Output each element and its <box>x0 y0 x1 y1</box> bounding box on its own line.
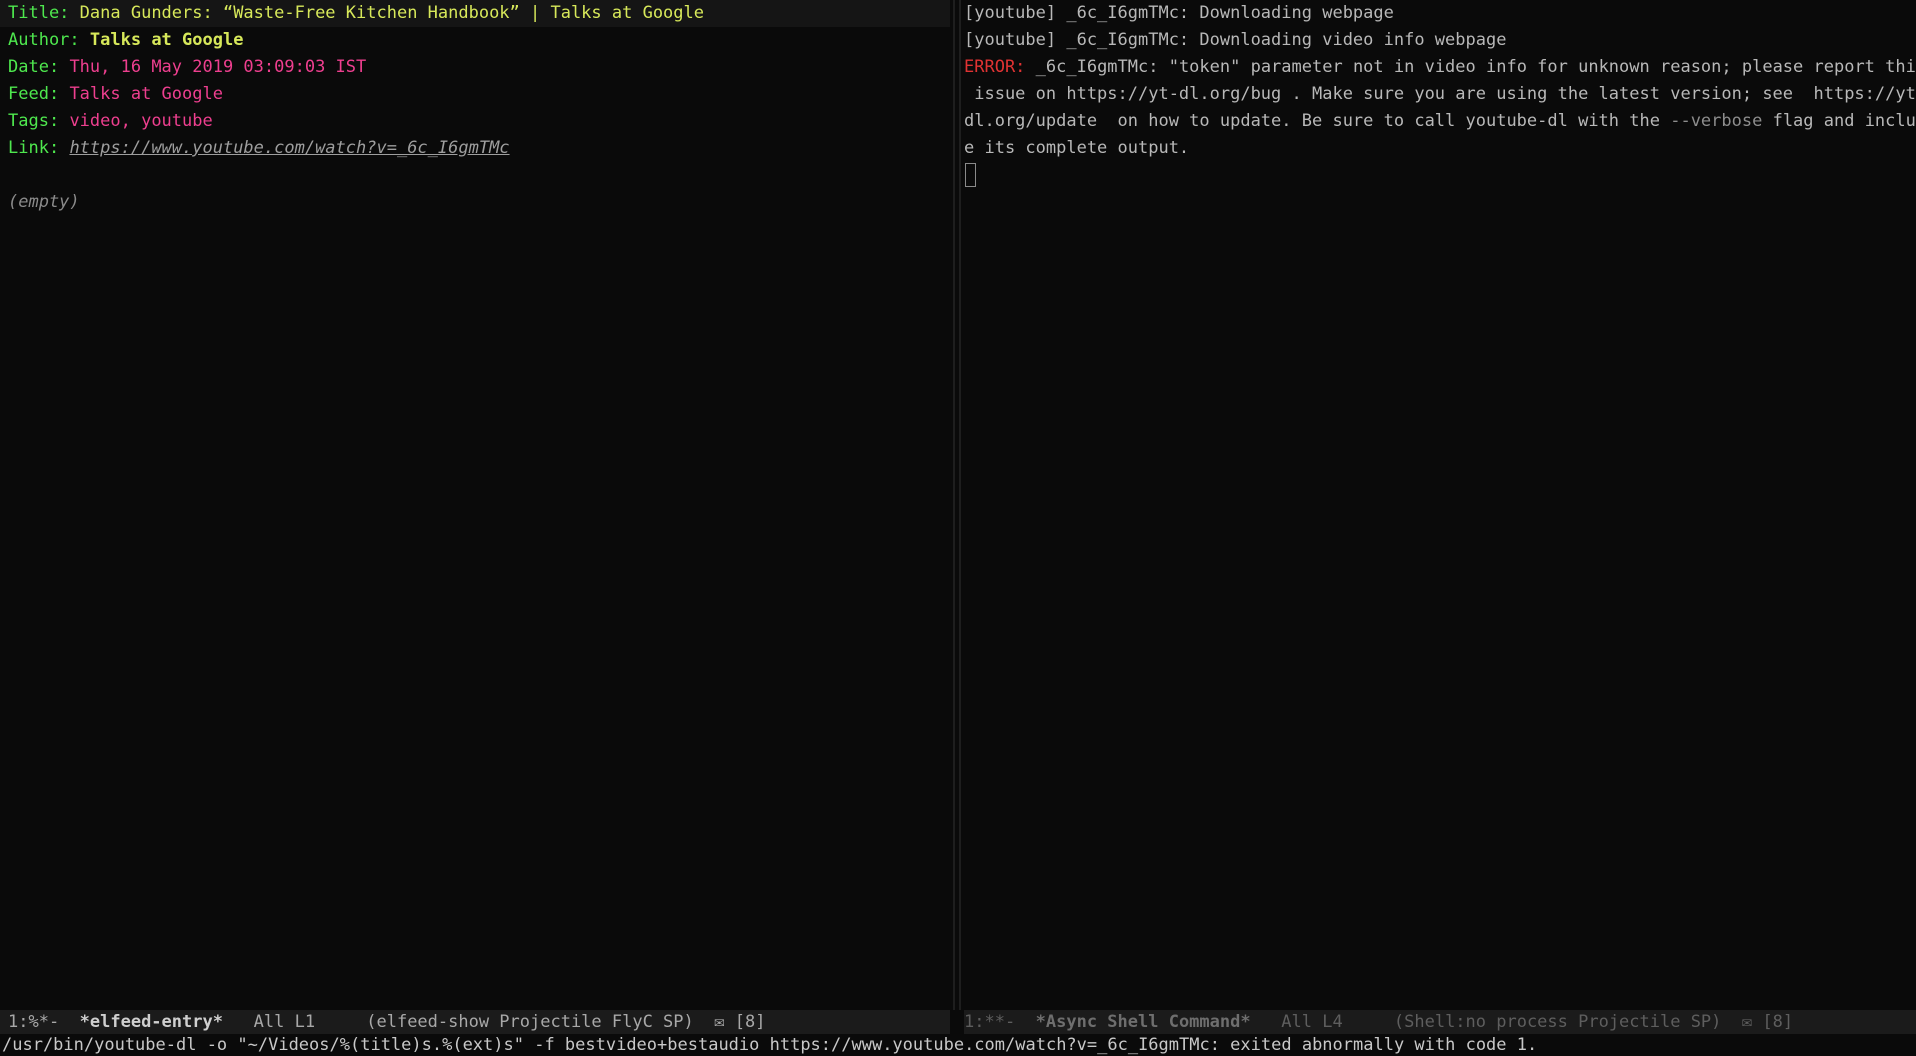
modeline-right[interactable]: 1:**- *Async Shell Command* All L4 (Shel… <box>964 1010 1916 1034</box>
emacs-frame: Title: Dana Gunders: “Waste-Free Kitchen… <box>0 0 1916 1056</box>
author-key: Author: <box>8 30 80 50</box>
error-text-1: _6c_I6gmTMc: "token" parameter not in vi… <box>1025 57 1916 77</box>
tags-line: Tags: video, youtube <box>0 108 950 135</box>
link-line: Link: https://www.youtube.com/watch?v=_6… <box>0 135 950 162</box>
feed-line: Feed: Talks at Google <box>0 81 950 108</box>
entry-title: Dana Gunders: “Waste-Free Kitchen Handbo… <box>79 3 704 23</box>
divider-line-left <box>953 0 955 1010</box>
modeline-modes[interactable]: (elfeed-show Projectile FlyC SP) <box>366 1012 694 1032</box>
error-line-1: ERROR: _6c_I6gmTMc: "token" parameter no… <box>964 54 1916 81</box>
async-shell-pane[interactable]: [youtube] _6c_I6gmTMc: Downloading webpa… <box>964 0 1916 1010</box>
error-line-4: e its complete output. <box>964 138 1190 158</box>
modeline-buffer-name[interactable]: *Async Shell Command* <box>1036 1012 1251 1032</box>
modeline-state: 1:%*- <box>8 1012 80 1032</box>
verbose-flag: --verbose <box>1670 111 1763 131</box>
entry-author: Talks at Google <box>89 30 244 50</box>
echo-area: /usr/bin/youtube-dl -o "~/Videos/%(title… <box>2 1035 1538 1055</box>
modeline-modes[interactable]: (Shell:no process Projectile SP) <box>1394 1012 1722 1032</box>
cursor-line <box>964 162 1916 189</box>
mail-icon: ✉ <box>714 1012 725 1032</box>
entry-body: (empty) <box>8 192 80 212</box>
date-line: Date: Thu, 16 May 2019 03:09:03 IST <box>0 54 950 81</box>
error-label: ERROR: <box>964 57 1026 77</box>
error-line-2: issue on https://yt-dl.org/bug . Make su… <box>964 84 1916 104</box>
title-key: Title: <box>8 3 70 23</box>
modeline-position: All L4 <box>1250 1012 1394 1032</box>
entry-feed[interactable]: Talks at Google <box>69 84 223 104</box>
author-line: Author: Talks at Google <box>0 27 950 54</box>
entry-link[interactable]: https://www.youtube.com/watch?v=_6c_I6gm… <box>69 138 509 158</box>
mail-count: [8] <box>724 1012 766 1032</box>
mail-icon: ✉ <box>1741 1012 1753 1032</box>
modeline-position: All L1 <box>222 1012 367 1032</box>
error-line-3: dl.org/update on how to update. Be sure … <box>964 108 1916 135</box>
title-line: Title: Dana Gunders: “Waste-Free Kitchen… <box>0 0 950 27</box>
date-key: Date: <box>8 57 60 77</box>
divider-line-right <box>959 0 961 1010</box>
entry-tags: video, youtube <box>69 111 213 131</box>
error-text-3b: flag and includ <box>1762 111 1916 131</box>
modeline-state: 1:**- <box>964 1012 1036 1032</box>
tags-key: Tags: <box>8 111 60 131</box>
modeline-left[interactable]: 1:%*- *elfeed-entry* All L1 (elfeed-show… <box>0 1010 950 1034</box>
output-line-2: [youtube] _6c_I6gmTMc: Downloading video… <box>964 30 1507 50</box>
text-cursor <box>965 163 976 187</box>
feed-key: Feed: <box>8 84 60 104</box>
window-divider[interactable] <box>950 0 964 1010</box>
entry-date: Thu, 16 May 2019 03:09:03 IST <box>69 57 367 77</box>
elfeed-entry-pane[interactable]: Title: Dana Gunders: “Waste-Free Kitchen… <box>0 0 950 1010</box>
output-line-1: [youtube] _6c_I6gmTMc: Downloading webpa… <box>964 3 1394 23</box>
mail-count: [8] <box>1752 1012 1794 1032</box>
error-text-3a: dl.org/update on how to update. Be sure … <box>964 111 1671 131</box>
link-key: Link: <box>8 138 60 158</box>
modeline-buffer-name[interactable]: *elfeed-entry* <box>80 1012 223 1032</box>
